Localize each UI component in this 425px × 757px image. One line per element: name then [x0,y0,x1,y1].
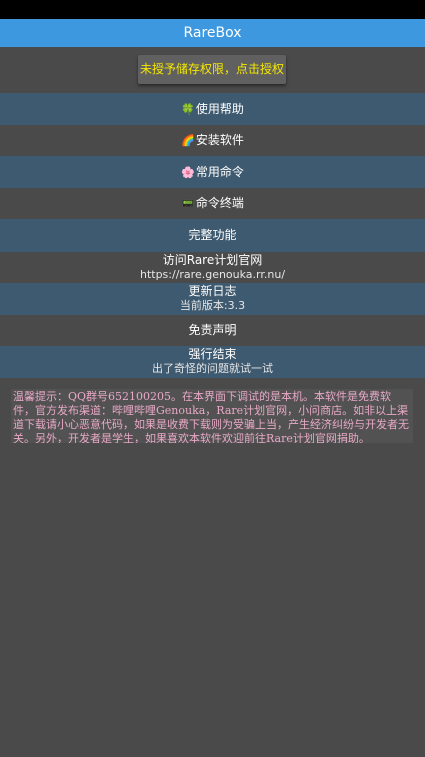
menu-item-changelog[interactable]: 更新日志 当前版本:3.3 [0,283,425,315]
menu-item-force-stop-label: 强行结束 [188,347,237,361]
menu-item-install[interactable]: 🌈安装软件 [0,125,425,156]
blossom-icon: 🌸 [181,166,195,179]
clover-icon: 🍀 [181,103,195,116]
app-title: RareBox [183,25,242,41]
force-stop-hint: 出了奇怪的问题就试一试 [152,362,273,375]
notice-text: 温馨提示：QQ群号652100205。在本界面下调试的是本机。本软件是免费软件，… [13,390,409,443]
menu-item-force-stop[interactable]: 强行结束 出了奇怪的问题就试一试 [0,346,425,378]
menu-item-full-features[interactable]: 完整功能 [0,219,425,252]
menu-item-disclaimer[interactable]: 免责声明 [0,315,425,346]
menu-item-website-label: 访问Rare计划官网 [162,253,263,267]
app-title-bar: RareBox [0,19,425,47]
menu-item-help-label: 使用帮助 [195,102,244,116]
grant-storage-permission-button[interactable]: 未授予储存权限，点击授权 [138,55,286,84]
menu-item-install-label: 安装软件 [195,133,244,147]
pager-icon: 📟 [181,197,195,210]
grant-storage-permission-label: 未授予储存权限，点击授权 [139,62,284,76]
status-bar [0,0,425,19]
menu-item-full-features-label: 完整功能 [188,228,237,242]
menu-item-disclaimer-label: 免责声明 [188,323,237,337]
menu-item-changelog-label: 更新日志 [188,284,237,298]
menu-item-website[interactable]: 访问Rare计划官网 https://rare.genouka.rr.nu/ [0,252,425,283]
menu-item-help[interactable]: 🍀使用帮助 [0,93,425,125]
menu-item-commands-label: 常用命令 [195,165,244,179]
website-url: https://rare.genouka.rr.nu/ [139,268,286,281]
notice-box: 温馨提示：QQ群号652100205。在本界面下调试的是本机。本软件是免费软件，… [11,389,413,443]
menu-item-terminal-label: 命令终端 [195,196,244,210]
menu-item-commands[interactable]: 🌸常用命令 [0,156,425,188]
menu-item-terminal[interactable]: 📟命令终端 [0,188,425,219]
rainbow-icon: 🌈 [181,134,195,147]
current-version: 当前版本:3.3 [179,299,246,312]
